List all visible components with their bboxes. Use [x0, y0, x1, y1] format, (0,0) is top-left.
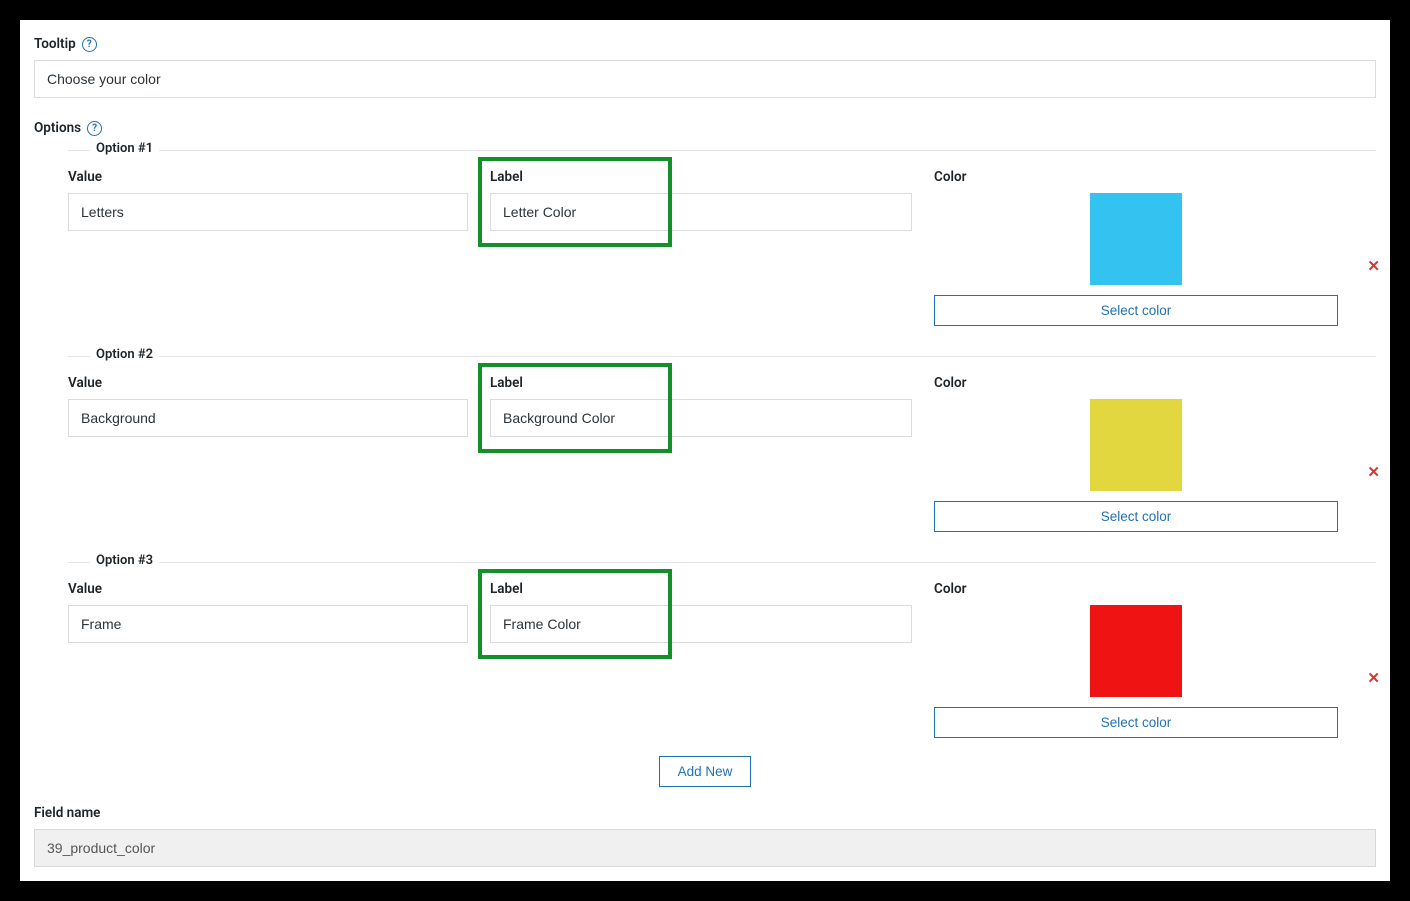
field-name-section-label: Field name: [34, 805, 1376, 821]
option-legend: Option #1: [90, 141, 159, 156]
option-block: Option #3 Value Label Color Select color…: [68, 562, 1376, 738]
help-icon[interactable]: ?: [82, 37, 97, 52]
option-legend: Option #2: [90, 347, 159, 362]
color-column-label: Color: [934, 375, 1338, 391]
select-color-button[interactable]: Select color: [934, 295, 1338, 326]
options-label-text: Options: [34, 120, 81, 136]
option-block: Option #2 Value Label Color Select color…: [68, 356, 1376, 532]
option-value-input[interactable]: [68, 605, 468, 643]
select-color-button[interactable]: Select color: [934, 501, 1338, 532]
label-column-label: Label: [490, 169, 912, 185]
remove-option-button[interactable]: ✕: [1367, 259, 1380, 274]
tooltip-section-label: Tooltip ?: [34, 36, 1376, 52]
settings-panel: Tooltip ? Options ? Option #1 Value Labe…: [20, 20, 1390, 881]
select-color-button[interactable]: Select color: [934, 707, 1338, 738]
value-column-label: Value: [68, 375, 468, 391]
option-legend: Option #3: [90, 553, 159, 568]
option-value-input[interactable]: [68, 399, 468, 437]
option-label-input[interactable]: [490, 605, 912, 643]
option-value-input[interactable]: [68, 193, 468, 231]
options-section-label: Options ?: [34, 120, 1376, 136]
color-swatch[interactable]: [1090, 399, 1182, 491]
color-swatch[interactable]: [1090, 605, 1182, 697]
color-column-label: Color: [934, 169, 1338, 185]
help-icon[interactable]: ?: [87, 121, 102, 136]
tooltip-label-text: Tooltip: [34, 36, 76, 52]
remove-option-button[interactable]: ✕: [1367, 465, 1380, 480]
label-column-label: Label: [490, 375, 912, 391]
field-name-label-text: Field name: [34, 805, 100, 821]
add-new-button[interactable]: Add New: [659, 756, 752, 787]
color-column-label: Color: [934, 581, 1338, 597]
label-column-label: Label: [490, 581, 912, 597]
color-swatch[interactable]: [1090, 193, 1182, 285]
option-label-input[interactable]: [490, 399, 912, 437]
tooltip-input[interactable]: [34, 60, 1376, 98]
field-name-input: [34, 829, 1376, 867]
option-label-input[interactable]: [490, 193, 912, 231]
value-column-label: Value: [68, 169, 468, 185]
option-block: Option #1 Value Label Color Select color…: [68, 150, 1376, 326]
value-column-label: Value: [68, 581, 468, 597]
remove-option-button[interactable]: ✕: [1367, 671, 1380, 686]
